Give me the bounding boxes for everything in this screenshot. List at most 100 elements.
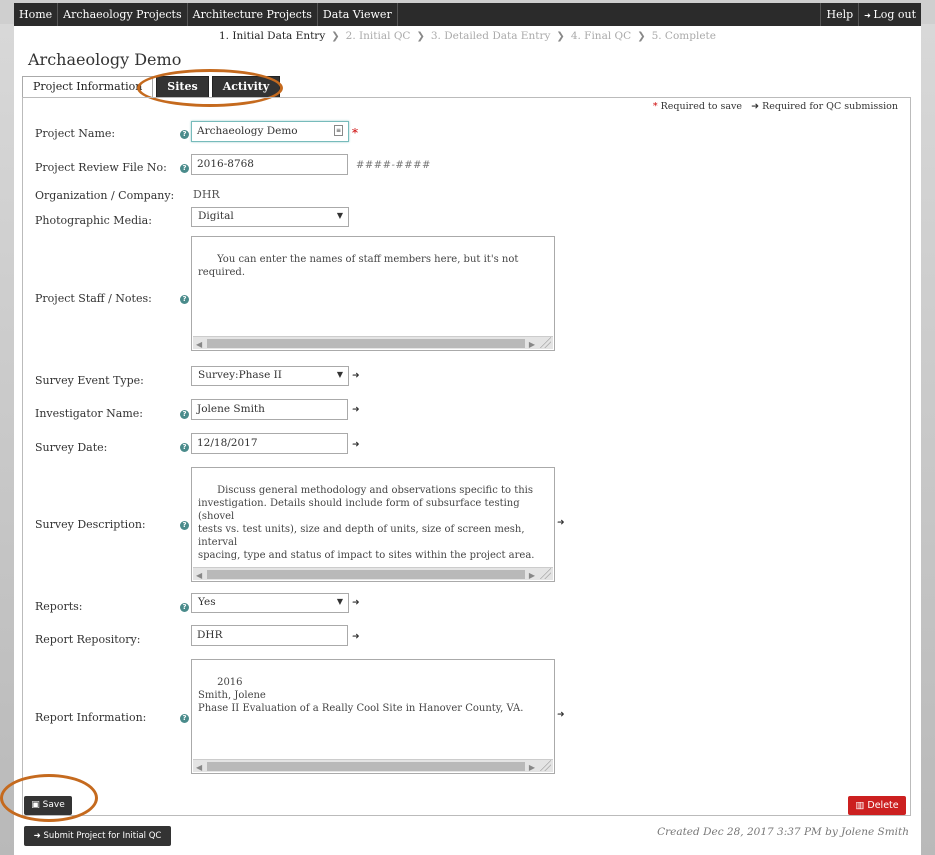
nav-data-viewer[interactable]: Data Viewer — [318, 3, 398, 26]
horizontal-scrollbar[interactable]: ◀ ▶ — [193, 759, 553, 772]
report-information-textarea[interactable]: 2016 Smith, Jolene Phase II Evaluation o… — [191, 659, 555, 774]
help-icon[interactable]: ? — [180, 603, 189, 612]
help-icon[interactable]: ? — [180, 295, 189, 304]
submit-initial-qc-button[interactable]: ➜ Submit Project for Initial QC — [24, 826, 171, 846]
chevron-right-icon: ❯ — [416, 31, 425, 42]
survey-description-label: Survey Description: — [35, 518, 146, 531]
review-file-no-format-hint: ####-#### — [356, 160, 431, 171]
report-information-label: Report Information: — [35, 711, 147, 724]
survey-description-value: Discuss general methodology and observat… — [198, 485, 535, 561]
legend-required-save: Required to save — [660, 101, 743, 112]
nav-logout[interactable]: ➜ Log out — [858, 3, 921, 26]
resize-grip-icon[interactable] — [539, 568, 551, 579]
resize-grip-icon[interactable] — [539, 760, 551, 771]
dropdown-arrow-icon: ▼ — [336, 597, 343, 606]
save-button[interactable]: ▣ Save — [24, 796, 72, 815]
scroll-right-icon[interactable]: ▶ — [529, 761, 535, 773]
organization-value: DHR — [193, 188, 220, 201]
created-info: Created Dec 28, 2017 3:37 PM by Jolene S… — [657, 826, 909, 838]
required-star-icon: * — [652, 101, 658, 112]
scroll-left-icon[interactable]: ◀ — [196, 761, 202, 773]
report-repository-input[interactable]: DHR — [191, 625, 348, 646]
delete-label: Delete — [867, 800, 899, 811]
help-icon[interactable]: ? — [180, 714, 189, 723]
organization-label: Organization / Company: — [35, 189, 175, 202]
legend-required-qc: Required for QC submission — [762, 101, 898, 112]
floppy-disk-icon: ▣ — [31, 800, 43, 810]
resize-grip-icon[interactable] — [539, 337, 551, 348]
help-icon[interactable]: ? — [180, 521, 189, 530]
scroll-thumb[interactable] — [207, 570, 525, 579]
nav-right: Help ➜ Log out — [820, 3, 921, 26]
reports-select[interactable]: Yes ▼ — [191, 593, 349, 613]
investigator-input[interactable]: Jolene Smith — [191, 399, 348, 420]
qc-required-icon: ➜ — [352, 632, 360, 642]
top-navigation: Home Archaeology Projects Architecture P… — [14, 3, 921, 26]
step-initial-data-entry: 1. Initial Data Entry — [219, 30, 326, 42]
scroll-left-icon[interactable]: ◀ — [196, 338, 202, 350]
qc-required-icon: ➜ — [751, 101, 760, 112]
report-information-value: 2016 Smith, Jolene Phase II Evaluation o… — [198, 677, 524, 714]
main-content: 1. Initial Data Entry ❯ 2. Initial QC ❯ 3. D… — [0, 26, 921, 855]
survey-description-textarea[interactable]: Discuss general methodology and observat… — [191, 467, 555, 582]
project-name-input[interactable]: Archaeology Demo ≡ — [191, 121, 349, 142]
nav-home[interactable]: Home — [14, 3, 59, 26]
photo-media-select[interactable]: Digital ▼ — [191, 207, 349, 227]
review-file-no-label: Project Review File No: — [35, 161, 167, 174]
trash-icon: ▥ — [855, 800, 868, 811]
scroll-thumb[interactable] — [207, 762, 525, 771]
survey-date-input[interactable]: 12/18/2017 — [191, 433, 348, 454]
scroll-right-icon[interactable]: ▶ — [529, 338, 535, 350]
nav-archaeology-projects[interactable]: Archaeology Projects — [58, 3, 188, 26]
scroll-thumb[interactable] — [207, 339, 525, 348]
tab-bar: Project Information Sites Activity — [22, 76, 283, 99]
survey-date-label: Survey Date: — [35, 441, 108, 454]
qc-required-icon: ➜ — [352, 371, 360, 381]
logout-label: Log out — [873, 8, 916, 21]
review-file-no-input[interactable]: 2016-8768 — [191, 154, 348, 175]
project-name-label: Project Name: — [35, 127, 116, 140]
staff-notes-textarea[interactable]: You can enter the names of staff members… — [191, 236, 555, 351]
qc-required-icon: ➜ — [352, 598, 360, 608]
required-star-icon: * — [352, 126, 358, 140]
help-icon[interactable]: ? — [180, 164, 189, 173]
scroll-right-icon[interactable]: ▶ — [529, 569, 535, 581]
photo-media-label: Photographic Media: — [35, 214, 152, 227]
staff-notes-label: Project Staff / Notes: — [35, 292, 152, 305]
step-detailed-data-entry: 3. Detailed Data Entry — [430, 30, 551, 42]
report-repository-label: Report Repository: — [35, 633, 141, 646]
qc-required-icon: ➜ — [557, 518, 565, 528]
qc-required-icon: ➜ — [557, 710, 565, 720]
tab-activity[interactable]: Activity — [211, 76, 281, 98]
nav-help[interactable]: Help — [820, 3, 858, 26]
survey-event-type-select[interactable]: Survey:Phase II ▼ — [191, 366, 349, 386]
workflow-steps: 1. Initial Data Entry ❯ 2. Initial QC ❯ 3. D… — [14, 30, 921, 42]
delete-button[interactable]: ▥ Delete — [848, 796, 906, 815]
required-legend: * Required to save ➜ Required for QC sub… — [653, 101, 898, 112]
page-title: Archaeology Demo — [28, 50, 182, 69]
help-icon[interactable]: ? — [180, 443, 189, 452]
field-list-icon: ≡ — [334, 125, 343, 136]
help-icon[interactable]: ? — [180, 130, 189, 139]
project-name-value: Archaeology Demo — [197, 125, 298, 137]
qc-required-icon: ➜ — [352, 405, 360, 415]
reports-value: Yes — [198, 596, 216, 608]
survey-event-type-label: Survey Event Type: — [35, 374, 144, 387]
background-left — [0, 24, 14, 855]
horizontal-scrollbar[interactable]: ◀ ▶ — [193, 567, 553, 580]
nav-architecture-projects[interactable]: Architecture Projects — [188, 3, 318, 26]
dropdown-arrow-icon: ▼ — [336, 211, 343, 220]
submit-icon: ➜ — [33, 831, 44, 841]
chevron-right-icon: ❯ — [331, 31, 340, 42]
tab-project-information[interactable]: Project Information — [22, 76, 154, 99]
scroll-left-icon[interactable]: ◀ — [196, 569, 202, 581]
tab-sites[interactable]: Sites — [156, 76, 209, 98]
step-final-qc: 4. Final QC — [570, 30, 632, 42]
background-right — [921, 24, 935, 855]
submit-label: Submit Project for Initial QC — [43, 831, 162, 841]
photo-media-value: Digital — [198, 210, 234, 222]
investigator-label: Investigator Name: — [35, 407, 143, 420]
step-initial-qc: 2. Initial QC — [345, 30, 411, 42]
horizontal-scrollbar[interactable]: ◀ ▶ — [193, 336, 553, 349]
help-icon[interactable]: ? — [180, 410, 189, 419]
